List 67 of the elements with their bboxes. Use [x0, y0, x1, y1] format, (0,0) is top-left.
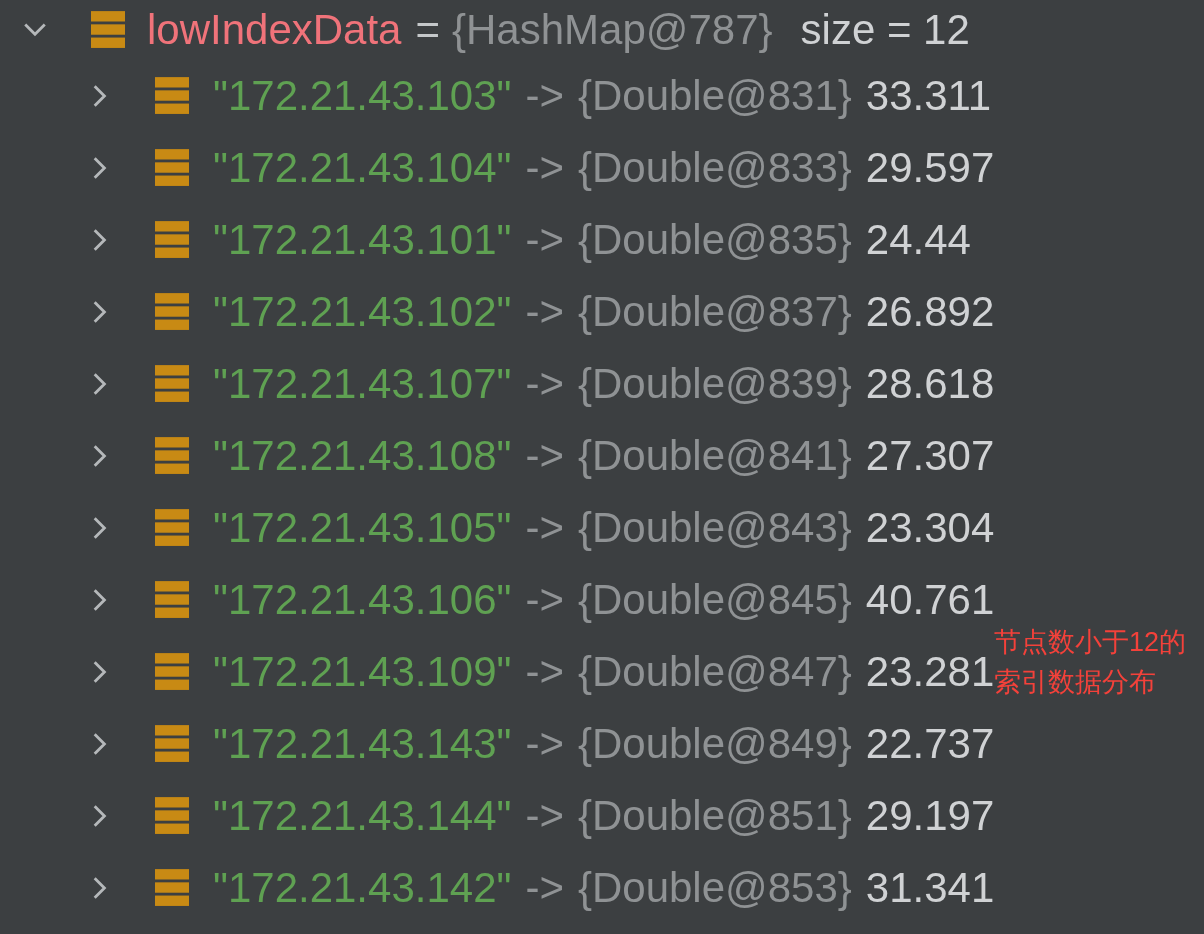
value-text: 31.341	[865, 864, 995, 912]
map-key: "172.21.43.144"	[213, 792, 512, 840]
arrow-text: ->	[525, 288, 564, 336]
value-text: 27.307	[865, 432, 995, 480]
object-reference: {Double@835}	[577, 216, 852, 264]
list-icon	[91, 11, 125, 49]
value-text: 33.311	[865, 72, 992, 120]
object-reference: {Double@831}	[577, 72, 852, 120]
arrow-text: ->	[525, 72, 564, 120]
arrow-text: ->	[525, 504, 564, 552]
list-icon	[155, 77, 189, 115]
equals-sign: =	[415, 6, 440, 54]
variable-name: lowIndexData	[147, 6, 402, 54]
list-icon	[155, 869, 189, 907]
map-key: "172.21.43.106"	[213, 576, 512, 624]
map-key: "172.21.43.109"	[213, 648, 512, 696]
list-icon	[155, 509, 189, 547]
list-icon	[155, 365, 189, 403]
value-text: 29.597	[865, 144, 995, 192]
arrow-text: ->	[525, 360, 564, 408]
map-key: "172.21.43.101"	[213, 216, 512, 264]
arrow-text: ->	[525, 216, 564, 264]
object-reference: {Double@839}	[577, 360, 852, 408]
map-key: "172.21.43.142"	[213, 864, 512, 912]
object-reference: {Double@847}	[577, 648, 852, 696]
map-key: "172.21.43.102"	[213, 288, 512, 336]
list-icon	[155, 221, 189, 259]
object-reference: {Double@837}	[577, 288, 852, 336]
map-key: "172.21.43.105"	[213, 504, 512, 552]
arrow-text: ->	[525, 432, 564, 480]
map-key: "172.21.43.143"	[213, 720, 512, 768]
object-reference: {Double@851}	[577, 792, 852, 840]
arrow-text: ->	[525, 720, 564, 768]
list-icon	[155, 293, 189, 331]
object-reference: {HashMap@787}	[452, 6, 773, 54]
arrow-text: ->	[525, 792, 564, 840]
annotation-text: 节点数小于12的	[994, 626, 1187, 659]
arrow-text: ->	[525, 144, 564, 192]
value-text: 26.892	[865, 288, 995, 336]
value-text: 28.618	[865, 360, 995, 408]
object-reference: {Double@845}	[577, 576, 852, 624]
object-reference: {Double@841}	[577, 432, 852, 480]
value-text: 40.761	[865, 576, 995, 624]
object-reference: {Double@849}	[577, 720, 852, 768]
object-reference: {Double@833}	[577, 144, 852, 192]
list-icon	[155, 437, 189, 475]
list-icon	[155, 725, 189, 763]
size-label: size = 12	[800, 6, 970, 54]
arrow-text: ->	[525, 648, 564, 696]
object-reference: {Double@853}	[577, 864, 852, 912]
value-text: 23.281	[865, 648, 995, 696]
list-icon	[155, 149, 189, 187]
value-text: 22.737	[865, 720, 995, 768]
value-text: 23.304	[865, 504, 995, 552]
list-icon	[155, 797, 189, 835]
map-key: "172.21.43.108"	[213, 432, 512, 480]
arrow-text: ->	[525, 864, 564, 912]
annotation-text: 索引数据分布	[994, 666, 1157, 699]
list-icon	[155, 581, 189, 619]
value-text: 29.197	[865, 792, 995, 840]
object-reference: {Double@843}	[577, 504, 852, 552]
list-icon	[155, 653, 189, 691]
value-text: 24.44	[865, 216, 971, 264]
arrow-text: ->	[525, 576, 564, 624]
map-key: "172.21.43.104"	[213, 144, 512, 192]
map-key: "172.21.43.103"	[213, 72, 512, 120]
map-key: "172.21.43.107"	[213, 360, 512, 408]
